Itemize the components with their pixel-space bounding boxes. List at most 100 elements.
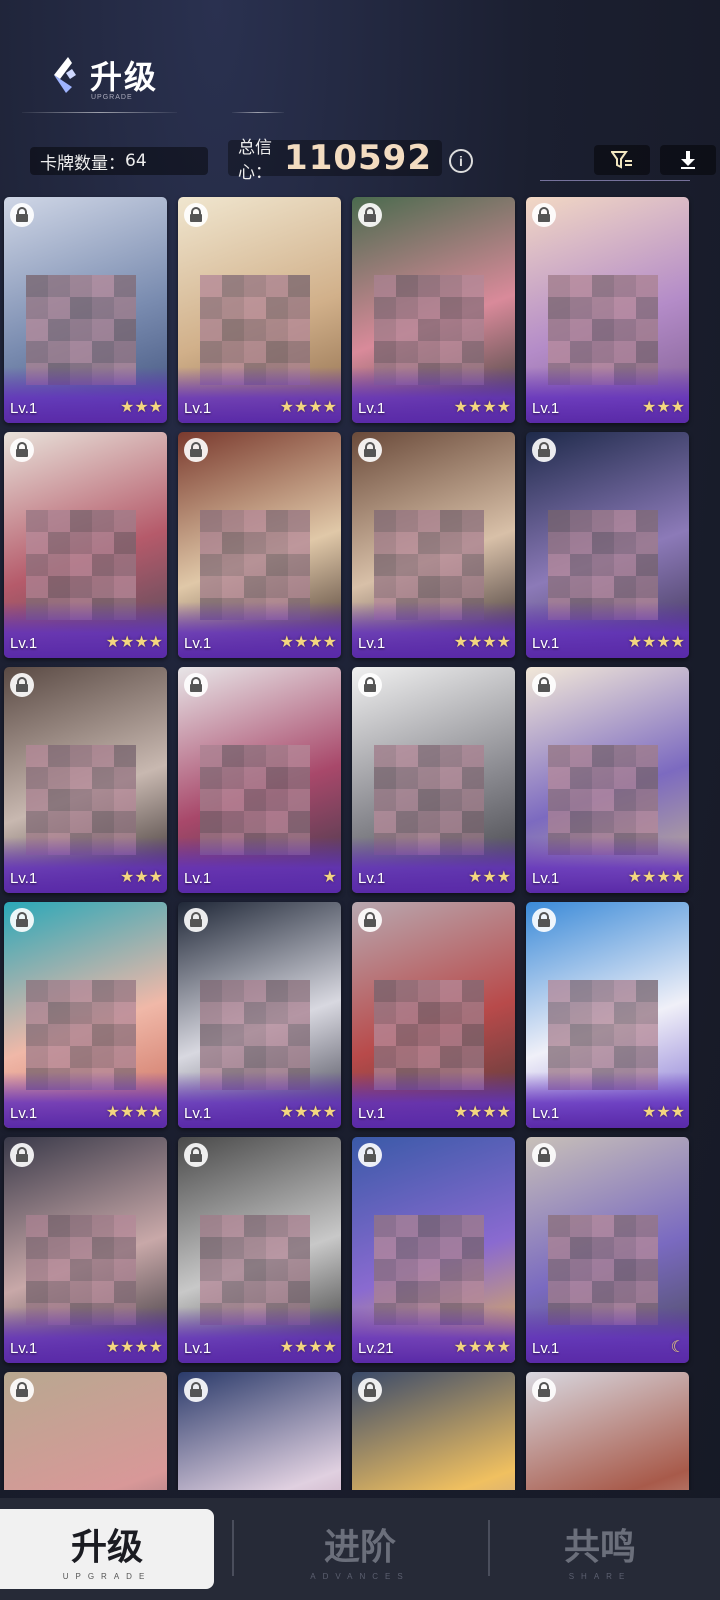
character-card[interactable]: Lv.1 ★★★★ (4, 432, 167, 658)
character-card[interactable]: Lv.1 ★★★ (526, 197, 689, 423)
card-stars: ★ (322, 869, 337, 886)
card-stars: ★★★★ (279, 1339, 337, 1356)
chevron-logo-icon (50, 55, 78, 95)
card-stars: ★★★ (641, 399, 685, 416)
card-stars: ★★★★ (279, 634, 337, 651)
character-card[interactable]: Lv.21 ★★★★ (352, 1137, 515, 1363)
title-underline-short (232, 112, 284, 113)
card-stars: ★★★★ (105, 1339, 163, 1356)
character-card[interactable] (178, 1372, 341, 1490)
character-card[interactable]: Lv.1 ★★★ (4, 667, 167, 893)
nav-separator (232, 1520, 234, 1576)
lock-icon[interactable] (532, 1378, 556, 1402)
card-stars: ★★★★ (279, 399, 337, 416)
card-level: Lv.1 (184, 1340, 212, 1357)
card-stars: ★★★★ (627, 634, 685, 651)
lock-icon[interactable] (10, 673, 34, 697)
header: 升级 UPGRADE 卡牌数量： 64 总信心： 110592 i (0, 0, 720, 190)
tab-advances-label: 进阶 (323, 1526, 396, 1568)
character-card[interactable]: Lv.1 ☾ (526, 1137, 689, 1363)
lock-icon[interactable] (358, 438, 382, 462)
card-level: Lv.1 (10, 635, 38, 652)
card-stars: ★★★★ (453, 1339, 511, 1356)
lock-icon[interactable] (358, 673, 382, 697)
character-card[interactable]: Lv.1 ★★★ (4, 197, 167, 423)
card-level: Lv.1 (532, 870, 560, 887)
lock-icon[interactable] (184, 438, 208, 462)
tab-advances[interactable]: 进阶 ADVANCES (240, 1509, 480, 1589)
card-stars: ★★★ (119, 869, 163, 886)
lock-icon[interactable] (358, 1378, 382, 1402)
card-stars: ★★★★ (453, 399, 511, 416)
card-level: Lv.1 (10, 1105, 38, 1122)
lock-icon[interactable] (532, 1143, 556, 1167)
character-card[interactable]: Lv.1 ★★★★ (526, 432, 689, 658)
character-card[interactable] (526, 1372, 689, 1490)
lock-icon[interactable] (10, 203, 34, 227)
lock-icon[interactable] (532, 203, 556, 227)
card-stars: ★★★ (119, 399, 163, 416)
character-card[interactable] (4, 1372, 167, 1490)
page-subtitle: UPGRADE (91, 94, 133, 101)
character-card[interactable]: Lv.1 ★★★★ (4, 1137, 167, 1363)
tab-share-label: 共鸣 (563, 1526, 636, 1568)
tab-share-sub: SHARE (568, 1571, 632, 1581)
card-stars: ★★★★ (453, 634, 511, 651)
character-card[interactable]: Lv.1 ★★★★ (352, 432, 515, 658)
card-level: Lv.1 (10, 400, 38, 417)
lock-icon[interactable] (532, 438, 556, 462)
lock-icon[interactable] (10, 438, 34, 462)
page-title: 升级 (90, 58, 159, 96)
card-stars: ★★★★ (453, 1104, 511, 1121)
character-card[interactable]: Lv.1 ★★★★ (178, 902, 341, 1128)
lock-icon[interactable] (184, 673, 208, 697)
card-stars: ☾ (670, 1339, 685, 1356)
lock-icon[interactable] (10, 1378, 34, 1402)
character-card[interactable] (352, 1372, 515, 1490)
character-card[interactable]: Lv.1 ★★★★ (178, 1137, 341, 1363)
lock-icon[interactable] (184, 1378, 208, 1402)
info-icon[interactable]: i (449, 149, 473, 173)
card-level: Lv.1 (358, 870, 386, 887)
card-level: Lv.1 (532, 635, 560, 652)
lock-icon[interactable] (184, 908, 208, 932)
card-level: Lv.21 (358, 1340, 394, 1357)
card-level: Lv.1 (184, 400, 212, 417)
card-grid[interactable]: Lv.1 ★★★ Lv.1 ★★★★ Lv.1 ★★★★ Lv.1 ★★★ Lv.1 ★★★★ Lv… (0, 195, 720, 1490)
lock-icon[interactable] (10, 908, 34, 932)
lock-icon[interactable] (358, 203, 382, 227)
lock-icon[interactable] (358, 1143, 382, 1167)
character-card[interactable]: Lv.1 ★★★★ (526, 667, 689, 893)
lock-icon[interactable] (184, 203, 208, 227)
card-stars: ★★★★ (627, 869, 685, 886)
trust-label: 总信心： (238, 138, 272, 183)
filter-button[interactable] (594, 145, 650, 175)
card-level: Lv.1 (532, 1340, 560, 1357)
lock-icon[interactable] (10, 1143, 34, 1167)
card-stars: ★★★★ (105, 634, 163, 651)
character-card[interactable]: Lv.1 ★★★★ (178, 197, 341, 423)
card-count-label: 卡牌数量： (40, 153, 125, 174)
bottom-nav: 升级 UPGRADE 进阶 ADVANCES 共鸣 SHARE (0, 1498, 720, 1600)
card-stars: ★★★ (641, 1104, 685, 1121)
character-card[interactable]: Lv.1 ★ (178, 667, 341, 893)
character-card[interactable]: Lv.1 ★★★★ (352, 197, 515, 423)
lock-icon[interactable] (532, 673, 556, 697)
card-stars: ★★★★ (279, 1104, 337, 1121)
character-card[interactable]: Lv.1 ★★★★ (178, 432, 341, 658)
filter-icon (611, 151, 632, 169)
download-button[interactable] (660, 145, 716, 175)
lock-icon[interactable] (532, 908, 556, 932)
tab-upgrade[interactable]: 升级 UPGRADE (0, 1509, 214, 1589)
card-stars: ★★★★ (105, 1104, 163, 1121)
lock-icon[interactable] (358, 908, 382, 932)
card-level: Lv.1 (358, 400, 386, 417)
character-card[interactable]: Lv.1 ★★★★ (4, 902, 167, 1128)
tab-share[interactable]: 共鸣 SHARE (480, 1509, 720, 1589)
character-card[interactable]: Lv.1 ★★★★ (352, 902, 515, 1128)
character-card[interactable]: Lv.1 ★★★ (352, 667, 515, 893)
lock-icon[interactable] (184, 1143, 208, 1167)
card-level: Lv.1 (532, 400, 560, 417)
character-card[interactable]: Lv.1 ★★★ (526, 902, 689, 1128)
title-underline (22, 112, 177, 113)
